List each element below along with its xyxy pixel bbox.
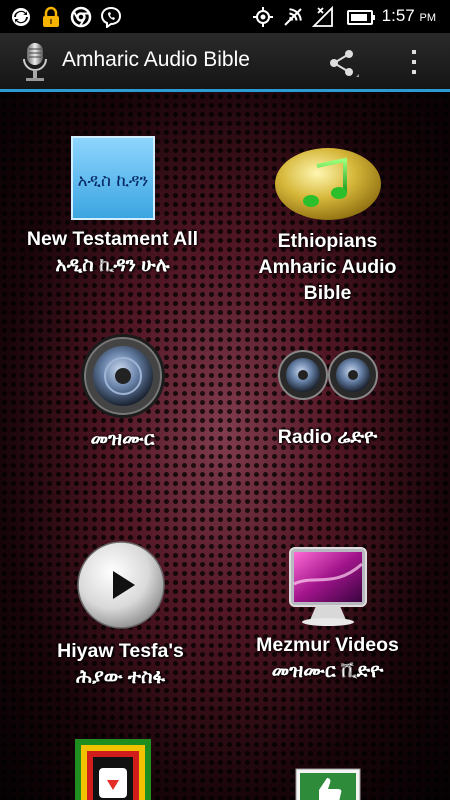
tile-amharic-audio-bible[interactable]: Ethiopians Amharic Audio Bible (215, 146, 440, 306)
microphone-icon (23, 43, 47, 81)
tile-label-line1: Ethiopians (277, 230, 378, 252)
music-note-icon (274, 148, 381, 220)
play-icon (76, 541, 165, 629)
book-icon: አዲስ ኪዳን (70, 136, 155, 220)
status-bar: 1:57 PM (0, 0, 450, 33)
tile-new-testament[interactable]: አዲስ ኪዳን New Testament All አዲስ ኪዳን ሁሉ (0, 136, 225, 278)
tile-label-line2: መዝሙር ቪድዮ (271, 660, 384, 682)
share-icon[interactable] (326, 47, 360, 81)
action-bar: Amharic Audio Bible (0, 33, 450, 89)
speaker-icon (80, 334, 165, 418)
tile-label-line1: Radio ሬድዮ (277, 426, 378, 448)
no-signal-icon (284, 8, 302, 26)
chrome-icon (70, 6, 92, 28)
tile-label-line1: መዝሙር (90, 428, 155, 450)
speakers-icon (277, 350, 378, 400)
battery-icon (347, 10, 375, 25)
svg-text:አዲስ ኪዳን: አዲስ ኪዳን (77, 171, 148, 191)
viber-icon (100, 6, 122, 28)
sync-icon (12, 8, 30, 26)
tile-mezmur-videos[interactable]: Mezmur Videos መዝሙር ቪድዮ (215, 544, 440, 684)
wifi-off-icon (312, 6, 333, 27)
overflow-menu-icon[interactable] (406, 47, 422, 77)
main-content: አዲስ ኪዳን New Testament All አዲስ ኪዳን ሁሉ Eth… (0, 92, 450, 800)
thumbs-up-icon (295, 768, 360, 800)
youtube-icon (74, 739, 151, 800)
tile-hiyaw-tesfa[interactable]: Hiyaw Tesfa's ሕያው ተስፋ (8, 540, 233, 690)
tile-label-line1: New Testament All (26, 228, 199, 250)
tile-youtube[interactable] (0, 738, 225, 800)
tile-radio[interactable]: Radio ሬድዮ (215, 350, 440, 450)
tile-label-line1: Hiyaw Tesfa's (57, 640, 184, 662)
video-monitor-icon (288, 547, 367, 626)
lock-icon (43, 6, 59, 27)
app-title: Amharic Audio Bible (62, 48, 250, 71)
tile-label-line2: አዲስ ኪዳን ሁሉ (55, 254, 170, 276)
tile-thumbs-up[interactable] (215, 768, 440, 800)
tile-label-line2: ሕያው ተስፋ (76, 666, 165, 688)
tile-label-line2: Amharic Audio (258, 256, 397, 278)
clock: 1:57 PM (381, 6, 436, 25)
gps-icon (253, 7, 273, 27)
tile-label-line1: Mezmur Videos (256, 634, 399, 656)
tile-mezmur[interactable]: መዝሙር (10, 332, 235, 452)
tile-label-line3: Bible (303, 282, 352, 304)
